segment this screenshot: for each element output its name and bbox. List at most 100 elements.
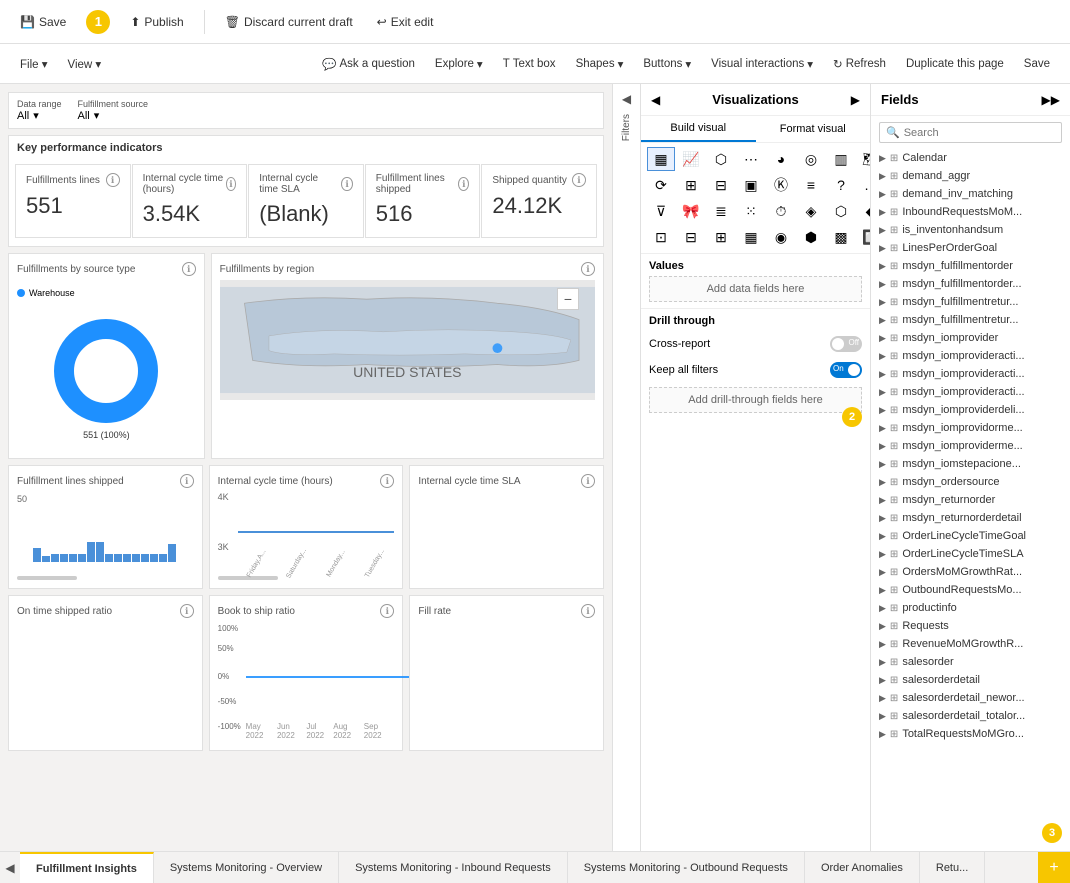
field-item[interactable]: ▶⊞salesorderdetail — [871, 671, 1070, 689]
tab-order-anomalies[interactable]: Order Anomalies — [805, 852, 920, 883]
info-icon[interactable]: ℹ — [180, 474, 194, 488]
viz-pie-icon[interactable]: ◕ — [767, 147, 795, 171]
viz-clock-icon[interactable]: ⏱ — [767, 199, 795, 223]
field-item[interactable]: ▶⊞msdyn_iomproviderme... — [871, 437, 1070, 455]
viz-slicer-icon[interactable]: ≡ — [797, 173, 825, 197]
tab-systems-outbound[interactable]: Systems Monitoring - Outbound Requests — [568, 852, 805, 883]
info-icon[interactable]: ℹ — [581, 604, 595, 618]
viz-r7-icon[interactable]: ▩ — [827, 225, 855, 249]
search-input[interactable] — [904, 127, 1055, 139]
tab-fulfillment-insights[interactable]: Fulfillment Insights — [20, 852, 154, 883]
info-icon[interactable]: ℹ — [581, 474, 595, 488]
explore-button[interactable]: Explore ▾ — [427, 53, 491, 75]
viz-custom1-icon[interactable]: ◈ — [797, 199, 825, 223]
tab-retu[interactable]: Retu... — [920, 852, 985, 883]
discard-button[interactable]: 🗑 Discard current draft — [217, 11, 361, 33]
field-item[interactable]: ▶⊞OrderLineCycleTimeGoal — [871, 527, 1070, 545]
viz-r8-icon[interactable]: 🔲 — [857, 225, 870, 249]
field-item[interactable]: ▶⊞msdyn_returnorderdetail — [871, 509, 1070, 527]
info-icon[interactable]: ℹ — [226, 177, 236, 191]
view-menu[interactable]: View ▾ — [60, 53, 110, 75]
field-item[interactable]: ▶⊞OrdersMoMGrowthRat... — [871, 563, 1070, 581]
viz-treemap-icon[interactable]: ▥ — [827, 147, 855, 171]
viz-r5-icon[interactable]: ◉ — [767, 225, 795, 249]
field-item[interactable]: ▶⊞msdyn_iomstepacione... — [871, 455, 1070, 473]
field-item[interactable]: ▶⊞msdyn_fulfillmentretur... — [871, 293, 1070, 311]
viz-map-icon[interactable]: 🗺 — [857, 147, 870, 171]
field-item[interactable]: ▶⊞OutboundRequestsMo... — [871, 581, 1070, 599]
textbox-button[interactable]: T Text box — [495, 54, 564, 74]
field-item[interactable]: ▶⊞msdyn_returnorder — [871, 491, 1070, 509]
field-item[interactable]: ▶⊞msdyn_ordersource — [871, 473, 1070, 491]
viz-ribbon-icon[interactable]: 🎀 — [677, 199, 705, 223]
field-item[interactable]: ▶⊞msdyn_fulfillmentorder... — [871, 275, 1070, 293]
ask-question-button[interactable]: 💬 Ask a question — [314, 53, 423, 75]
add-tab-button[interactable]: + — [1038, 852, 1070, 883]
toolbar-save-button[interactable]: Save — [1016, 54, 1058, 74]
save-button[interactable]: 💾 Save — [12, 11, 74, 33]
info-icon[interactable]: ℹ — [572, 173, 586, 187]
tab-systems-overview[interactable]: Systems Monitoring - Overview — [154, 852, 339, 883]
field-item[interactable]: ▶⊞TotalRequestsMoMGro... — [871, 725, 1070, 743]
info-icon[interactable]: ℹ — [380, 474, 394, 488]
info-icon[interactable]: ℹ — [341, 177, 352, 191]
viz-r3-icon[interactable]: ⊞ — [707, 225, 735, 249]
viz-line-icon[interactable]: 📈 — [677, 147, 705, 171]
viz-scatter2-icon[interactable]: ⁙ — [737, 199, 765, 223]
map-zoom-out[interactable]: − — [557, 288, 579, 310]
field-item[interactable]: ▶⊞salesorder — [871, 653, 1070, 671]
duplicate-button[interactable]: Duplicate this page — [898, 54, 1012, 74]
field-item[interactable]: ▶⊞demand_inv_matching — [871, 185, 1070, 203]
visual-interactions-button[interactable]: Visual interactions ▾ — [703, 53, 821, 75]
viz-r1-icon[interactable]: ⊡ — [647, 225, 675, 249]
field-item[interactable]: ▶⊞msdyn_iomprovider — [871, 329, 1070, 347]
viz-gauge-icon[interactable]: ⟳ — [647, 173, 675, 197]
filter-collapse-button[interactable]: ◀ — [622, 92, 631, 106]
shapes-button[interactable]: Shapes ▾ — [568, 53, 632, 75]
keep-filters-toggle[interactable]: On — [830, 362, 862, 378]
info-icon[interactable]: ℹ — [581, 262, 595, 276]
format-visual-tab[interactable]: Format visual — [756, 116, 871, 142]
info-icon[interactable]: ℹ — [458, 177, 469, 191]
field-item[interactable]: ▶⊞OrderLineCycleTimeSLA — [871, 545, 1070, 563]
field-item[interactable]: ▶⊞demand_aggr — [871, 167, 1070, 185]
viz-waterfall-icon[interactable]: ≣ — [707, 199, 735, 223]
field-item[interactable]: ▶⊞InboundRequestsMoM... — [871, 203, 1070, 221]
viz-panel-forward[interactable]: ▶ — [851, 93, 860, 107]
cross-report-toggle[interactable]: Off — [830, 336, 862, 352]
file-menu[interactable]: File ▾ — [12, 53, 56, 75]
viz-scatter-icon[interactable]: ⋯ — [737, 147, 765, 171]
field-item[interactable]: ▶⊞salesorderdetail_newor... — [871, 689, 1070, 707]
add-data-field[interactable]: Add data fields here — [649, 276, 862, 302]
viz-panel-back[interactable]: ◀ — [651, 93, 660, 107]
field-item[interactable]: ▶⊞LinesPerOrderGoal — [871, 239, 1070, 257]
field-item[interactable]: ▶⊞salesorderdetail_totalor... — [871, 707, 1070, 725]
viz-area-icon[interactable]: ⬡ — [707, 147, 735, 171]
field-item[interactable]: ▶⊞productinfo — [871, 599, 1070, 617]
viz-qna-icon[interactable]: ? — [827, 173, 855, 197]
field-item[interactable]: ▶⊞msdyn_iomprovidorme... — [871, 419, 1070, 437]
field-item[interactable]: ▶⊞msdyn_fulfillmentorder — [871, 257, 1070, 275]
field-item[interactable]: ▶⊞RevenueMoMGrowthR... — [871, 635, 1070, 653]
viz-table-icon[interactable]: ⊞ — [677, 173, 705, 197]
viz-r4-icon[interactable]: ▦ — [737, 225, 765, 249]
tab-systems-inbound[interactable]: Systems Monitoring - Inbound Requests — [339, 852, 568, 883]
build-visual-tab[interactable]: Build visual — [641, 116, 756, 142]
viz-more-icon[interactable]: … — [857, 173, 870, 197]
field-item[interactable]: ▶⊞msdyn_fulfillmentretur... — [871, 311, 1070, 329]
viz-kpi-icon[interactable]: Ⓚ — [767, 173, 795, 197]
field-item[interactable]: ▶⊞msdyn_iomproviderdeli... — [871, 401, 1070, 419]
field-item[interactable]: ▶⊞Calendar — [871, 149, 1070, 167]
publish-button[interactable]: ⬆ Publish — [122, 11, 191, 33]
viz-card-icon[interactable]: ▣ — [737, 173, 765, 197]
tab-nav-left[interactable]: ◀ — [0, 852, 20, 883]
viz-matrix-icon[interactable]: ⊟ — [707, 173, 735, 197]
info-icon[interactable]: ℹ — [182, 262, 196, 276]
viz-r6-icon[interactable]: ⬢ — [797, 225, 825, 249]
add-drill-field[interactable]: Add drill-through fields here — [649, 387, 862, 413]
exit-button[interactable]: ↩ Exit edit — [369, 11, 442, 33]
refresh-button[interactable]: ↻ Refresh — [825, 53, 894, 75]
field-item[interactable]: ▶⊞msdyn_iomprovideracti... — [871, 365, 1070, 383]
info-icon[interactable]: ℹ — [380, 604, 394, 618]
buttons-button[interactable]: Buttons ▾ — [635, 53, 699, 75]
